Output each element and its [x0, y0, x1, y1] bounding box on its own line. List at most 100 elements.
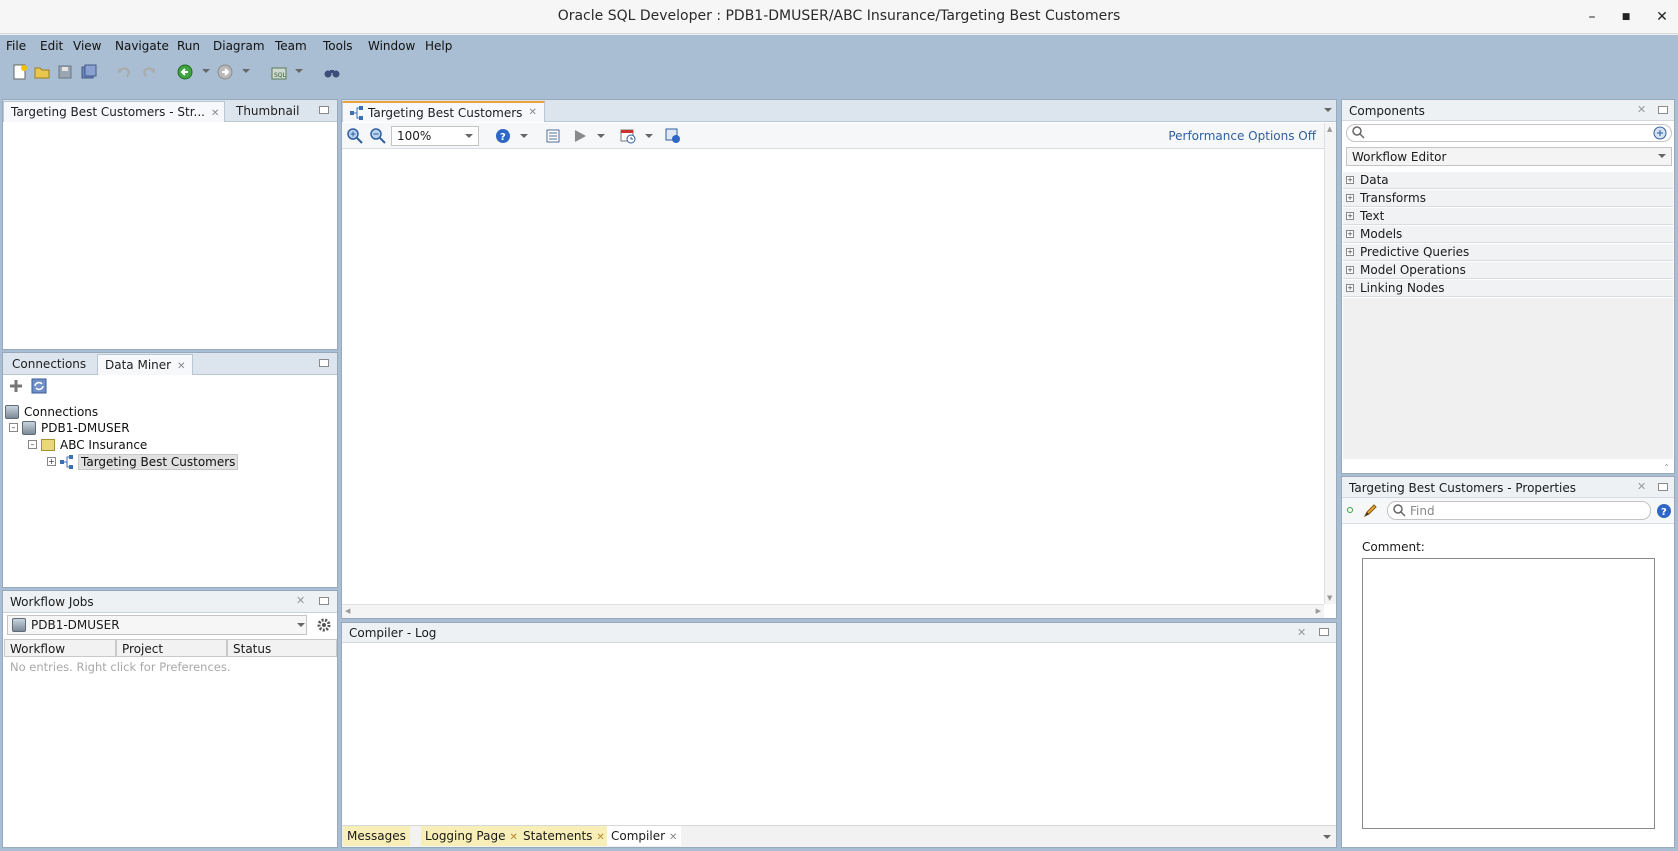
close-icon[interactable]: ✕ — [596, 832, 604, 843]
tab-statements[interactable]: Statements ✕ — [519, 826, 609, 846]
tree-item-abc-insurance[interactable]: – ABC Insurance — [28, 436, 147, 453]
gear-icon[interactable] — [315, 616, 333, 634]
menu-file[interactable]: File — [6, 39, 26, 53]
menu-tools[interactable]: Tools — [323, 39, 353, 53]
sql-dropdown-icon[interactable] — [295, 69, 303, 73]
tab-logging-page[interactable]: Logging Page ✕ — [421, 826, 522, 846]
workflow-canvas[interactable] — [342, 149, 1324, 604]
tab-connections[interactable]: Connections — [5, 354, 93, 375]
tab-workflow-editor[interactable]: Targeting Best Customers ✕ — [342, 101, 545, 122]
schedule-icon[interactable] — [619, 127, 637, 145]
tree-item-pdb1-dmuser[interactable]: – PDB1-DMUSER — [9, 419, 130, 436]
close-icon[interactable]: ✕ — [669, 832, 677, 843]
tab-compiler[interactable]: Compiler ✕ — [607, 826, 682, 846]
category-model-operations[interactable]: + Model Operations — [1343, 262, 1673, 279]
vertical-scrollbar[interactable]: ▲ ▼ — [1324, 123, 1336, 604]
menu-run[interactable]: Run — [177, 39, 200, 53]
edit-pencil-icon[interactable] — [1361, 502, 1379, 520]
close-icon[interactable]: ✕ — [1637, 480, 1646, 493]
maximize-button[interactable]: ■ — [1614, 6, 1638, 28]
tab-thumbnail[interactable]: Thumbnail — [229, 101, 306, 122]
minimize-panel-icon[interactable] — [1319, 628, 1329, 636]
zoom-in-icon[interactable] — [346, 127, 364, 145]
close-button[interactable]: ✕ — [1650, 6, 1674, 28]
horizontal-scrollbar[interactable]: ◀ ▶ — [342, 604, 1324, 618]
refresh-icon[interactable] — [30, 377, 48, 395]
minimize-panel-icon[interactable] — [1658, 106, 1668, 114]
components-search-input[interactable] — [1346, 124, 1672, 142]
category-data[interactable]: + Data — [1343, 172, 1673, 189]
resize-handle-icon[interactable]: ⌃ — [1663, 463, 1670, 472]
category-models[interactable]: + Models — [1343, 226, 1673, 243]
menu-help[interactable]: Help — [425, 39, 452, 53]
editor-list-dropdown-icon[interactable] — [1324, 108, 1332, 112]
undo-icon[interactable] — [115, 63, 133, 81]
help-icon[interactable]: ? — [1655, 502, 1673, 520]
category-text[interactable]: + Text — [1343, 208, 1673, 225]
zoom-out-icon[interactable] — [369, 127, 387, 145]
tab-data-miner[interactable]: Data Miner ✕ — [97, 354, 194, 375]
comment-textarea[interactable] — [1362, 558, 1655, 829]
close-icon[interactable]: ✕ — [1297, 626, 1306, 639]
category-predictive-queries[interactable]: + Predictive Queries — [1343, 244, 1673, 261]
menu-diagram[interactable]: Diagram — [213, 39, 265, 53]
sql-worksheet-icon[interactable]: SQL — [270, 63, 288, 81]
search-options-icon[interactable] — [1653, 126, 1667, 143]
minimize-panel-icon[interactable] — [319, 597, 329, 605]
minimize-panel-icon[interactable] — [319, 106, 329, 114]
column-header-workflow[interactable]: Workflow — [4, 639, 116, 657]
help-dropdown-icon[interactable] — [520, 134, 528, 138]
column-header-status[interactable]: Status — [227, 639, 337, 657]
column-header-project[interactable]: Project — [116, 639, 227, 657]
scroll-right-icon[interactable]: ▶ — [1316, 607, 1321, 615]
minimize-button[interactable]: – — [1580, 6, 1604, 28]
open-icon[interactable] — [33, 63, 51, 81]
redo-icon[interactable] — [140, 63, 158, 81]
collapse-icon[interactable]: – — [9, 423, 18, 432]
tab-list-dropdown-icon[interactable] — [1323, 835, 1331, 839]
tab-messages[interactable]: Messages — [343, 826, 410, 846]
close-icon[interactable]: ✕ — [528, 107, 536, 118]
run-dropdown-icon[interactable] — [597, 134, 605, 138]
menu-view[interactable]: View — [73, 39, 101, 53]
palette-select[interactable]: Workflow Editor — [1346, 147, 1672, 166]
tree-item-connections[interactable]: Connections — [5, 403, 98, 420]
menu-edit[interactable]: Edit — [40, 39, 63, 53]
deploy-icon[interactable] — [664, 127, 682, 145]
add-connection-icon[interactable] — [7, 377, 25, 395]
close-icon[interactable]: ✕ — [1637, 103, 1646, 116]
collapse-icon[interactable]: – — [28, 440, 37, 449]
save-icon[interactable] — [56, 63, 74, 81]
help-icon[interactable]: ? — [494, 127, 512, 145]
category-transforms[interactable]: + Transforms — [1343, 190, 1673, 207]
scroll-up-icon[interactable]: ▲ — [1327, 125, 1332, 133]
performance-options-link[interactable]: Performance Options Off — [1168, 129, 1316, 143]
close-icon[interactable]: ✕ — [296, 594, 305, 607]
connection-select[interactable]: PDB1-DMUSER — [7, 615, 307, 635]
back-dropdown-icon[interactable] — [202, 69, 210, 73]
menu-team[interactable]: Team — [275, 39, 307, 53]
new-icon[interactable] — [11, 63, 29, 81]
close-icon[interactable]: ✕ — [177, 361, 185, 372]
run-icon[interactable] — [571, 127, 589, 145]
tree-item-targeting-best-customers[interactable]: + Targeting Best Customers — [47, 453, 239, 470]
close-icon[interactable]: ✕ — [509, 832, 517, 843]
forward-icon[interactable] — [216, 63, 234, 81]
save-all-icon[interactable] — [80, 63, 98, 81]
menu-navigate[interactable]: Navigate — [115, 39, 169, 53]
binoculars-icon[interactable] — [323, 63, 341, 81]
expand-icon[interactable]: + — [47, 457, 56, 466]
tab-structure[interactable]: Targeting Best Customers - Str... ✕ — [3, 101, 225, 122]
category-linking-nodes[interactable]: + Linking Nodes — [1343, 280, 1673, 297]
properties-icon[interactable] — [544, 127, 562, 145]
scroll-left-icon[interactable]: ◀ — [345, 607, 350, 615]
scroll-down-icon[interactable]: ▼ — [1327, 594, 1332, 602]
minimize-panel-icon[interactable] — [1658, 483, 1668, 491]
schedule-dropdown-icon[interactable] — [645, 134, 653, 138]
minimize-panel-icon[interactable] — [319, 359, 329, 367]
properties-find-input[interactable]: Find — [1387, 501, 1651, 520]
back-icon[interactable] — [176, 63, 194, 81]
close-icon[interactable]: ✕ — [211, 108, 219, 119]
forward-dropdown-icon[interactable] — [242, 69, 250, 73]
zoom-select[interactable]: 100% — [391, 126, 479, 146]
